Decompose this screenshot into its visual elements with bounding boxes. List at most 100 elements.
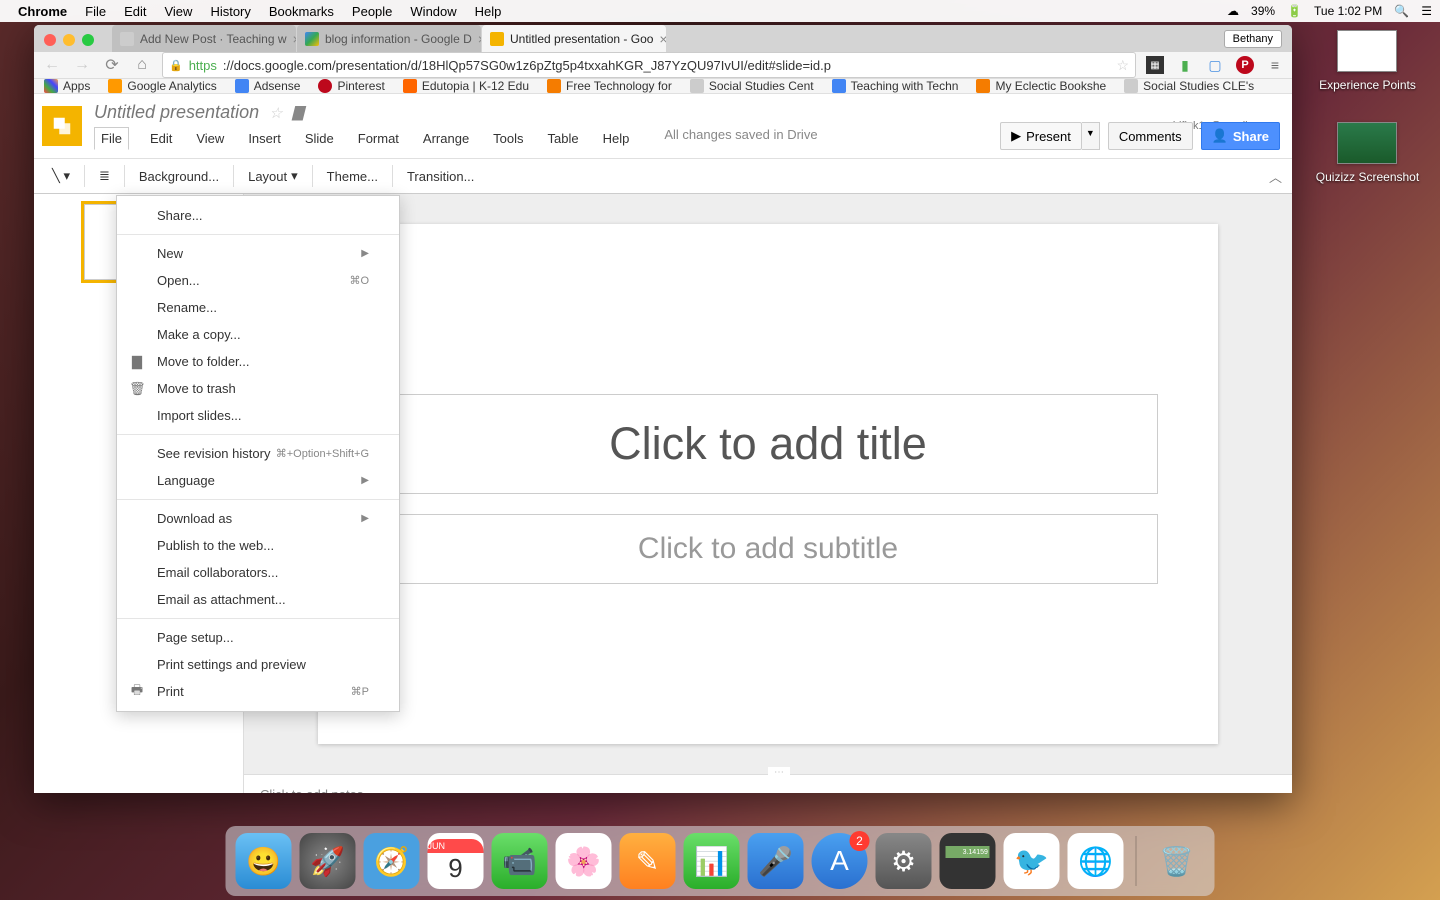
- menu-print-settings[interactable]: Print settings and preview: [117, 651, 399, 678]
- mac-menu-file[interactable]: File: [85, 4, 106, 19]
- tab-close-icon[interactable]: ×: [478, 31, 481, 47]
- dock-keynote[interactable]: 🎤: [748, 833, 804, 889]
- dock-finder[interactable]: 😀: [236, 833, 292, 889]
- bookmark-item[interactable]: Social Studies CLE's: [1124, 79, 1254, 93]
- menu-page-setup[interactable]: Page setup...: [117, 624, 399, 651]
- browser-tab-active[interactable]: Untitled presentation - Goo ×: [482, 25, 666, 52]
- dock-photos[interactable]: 🌸: [556, 833, 612, 889]
- background-button[interactable]: Background...: [131, 165, 227, 188]
- bookmark-item[interactable]: Pinterest: [318, 79, 384, 93]
- menu-publish-web[interactable]: Publish to the web...: [117, 532, 399, 559]
- home-icon[interactable]: ⌂: [132, 56, 152, 74]
- menu-file[interactable]: File: [94, 127, 129, 150]
- dock-calendar[interactable]: JUN9: [428, 833, 484, 889]
- dock-launchpad[interactable]: 🚀: [300, 833, 356, 889]
- present-button[interactable]: ▶Present: [1000, 122, 1082, 150]
- tab-close-icon[interactable]: ×: [659, 31, 666, 47]
- omnibox[interactable]: 🔒 https://docs.google.com/presentation/d…: [162, 52, 1136, 78]
- mac-menu-view[interactable]: View: [164, 4, 192, 19]
- transition-button[interactable]: Transition...: [399, 165, 482, 188]
- ext-icon[interactable]: ▢: [1206, 56, 1224, 74]
- mac-menu-help[interactable]: Help: [475, 4, 502, 19]
- dock-appstore[interactable]: A2: [812, 833, 868, 889]
- comments-button[interactable]: Comments: [1108, 122, 1193, 150]
- menu-move-folder[interactable]: ▇Move to folder...: [117, 348, 399, 375]
- bookmark-apps[interactable]: Apps: [44, 79, 90, 93]
- ext-icon[interactable]: ▮: [1176, 56, 1194, 74]
- speaker-notes[interactable]: Click to add notes: [244, 774, 1292, 793]
- bookmark-star-icon[interactable]: ☆: [1116, 57, 1129, 74]
- share-button[interactable]: 👤Share: [1201, 122, 1280, 150]
- close-window-icon[interactable]: [44, 34, 56, 46]
- menu-make-copy[interactable]: Make a copy...: [117, 321, 399, 348]
- mac-menu-people[interactable]: People: [352, 4, 392, 19]
- forward-icon[interactable]: →: [72, 56, 92, 74]
- ext-icon[interactable]: ▦: [1146, 56, 1164, 74]
- menu-email-collaborators[interactable]: Email collaborators...: [117, 559, 399, 586]
- bookmark-item[interactable]: Teaching with Techn: [832, 79, 959, 93]
- dock-chrome[interactable]: 🌐: [1068, 833, 1124, 889]
- bookmark-label: Free Technology for: [566, 79, 672, 93]
- dock-separator: [1136, 836, 1137, 886]
- document-title[interactable]: Untitled presentation: [94, 102, 259, 123]
- menu-new[interactable]: New▶: [117, 240, 399, 267]
- tab-close-icon[interactable]: ×: [293, 31, 296, 47]
- dock-twitter[interactable]: 🐦: [1004, 833, 1060, 889]
- mac-menu-history[interactable]: History: [210, 4, 250, 19]
- bookmark-label: Teaching with Techn: [851, 79, 959, 93]
- slide[interactable]: Click to add title Click to add subtitle: [318, 224, 1218, 744]
- title-placeholder[interactable]: Click to add title: [378, 394, 1158, 494]
- chrome-menu-icon[interactable]: ≡: [1266, 56, 1284, 74]
- theme-button[interactable]: Theme...: [319, 165, 386, 188]
- cloud-icon[interactable]: ☁: [1227, 4, 1239, 18]
- menu-revision-history[interactable]: See revision history⌘+Option+Shift+G: [117, 440, 399, 467]
- back-icon[interactable]: ←: [42, 56, 62, 74]
- dock-pages[interactable]: ✎: [620, 833, 676, 889]
- mac-menu-edit[interactable]: Edit: [124, 4, 146, 19]
- star-icon[interactable]: ☆: [269, 104, 282, 122]
- mac-menu-window[interactable]: Window: [410, 4, 456, 19]
- menu-print[interactable]: 🖶Print⌘P: [117, 678, 399, 705]
- desktop-icon-quizizz[interactable]: Quizizz Screenshot: [1316, 122, 1419, 184]
- bookmark-item[interactable]: Social Studies Cent: [690, 79, 814, 93]
- menu-rename[interactable]: Rename...: [117, 294, 399, 321]
- menu-share[interactable]: Share...: [117, 202, 399, 229]
- bookmark-item[interactable]: Adsense: [235, 79, 301, 93]
- bookmark-item[interactable]: Free Technology for: [547, 79, 672, 93]
- dock-facetime[interactable]: 📹: [492, 833, 548, 889]
- dock-system-preferences[interactable]: ⚙: [876, 833, 932, 889]
- desktop-icon-exp-points[interactable]: Experience Points: [1319, 30, 1416, 92]
- menu-download-as[interactable]: Download as▶: [117, 505, 399, 532]
- layout-button[interactable]: Layout ▾: [240, 164, 306, 188]
- notifications-icon[interactable]: ☰: [1421, 4, 1432, 18]
- browser-tab[interactable]: blog information - Google D ×: [297, 25, 481, 52]
- dock-safari[interactable]: 🧭: [364, 833, 420, 889]
- subtitle-placeholder[interactable]: Click to add subtitle: [378, 514, 1158, 584]
- chrome-profile-button[interactable]: Bethany: [1224, 30, 1282, 48]
- bookmark-item[interactable]: My Eclectic Bookshe: [976, 79, 1106, 93]
- pinterest-ext-icon[interactable]: P: [1236, 56, 1254, 74]
- dock-numbers[interactable]: 📊: [684, 833, 740, 889]
- collapse-toolbar-icon[interactable]: ︿: [1269, 167, 1282, 186]
- dock-trash[interactable]: 🗑️: [1149, 833, 1205, 889]
- menu-language[interactable]: Language▶: [117, 467, 399, 494]
- folder-icon[interactable]: ▇: [293, 104, 304, 121]
- bookmark-item[interactable]: Google Analytics: [108, 79, 216, 93]
- present-dropdown[interactable]: ▼: [1082, 122, 1100, 150]
- clock[interactable]: Tue 1:02 PM: [1314, 4, 1382, 18]
- minimize-window-icon[interactable]: [63, 34, 75, 46]
- mac-menu-bookmarks[interactable]: Bookmarks: [269, 4, 334, 19]
- reload-icon[interactable]: ⟳: [102, 55, 122, 75]
- bookmark-item[interactable]: Edutopia | K-12 Edu: [403, 79, 529, 93]
- maximize-window-icon[interactable]: [82, 34, 94, 46]
- dock-calculator[interactable]: 3.14159: [940, 833, 996, 889]
- browser-tab[interactable]: Add New Post · Teaching w ×: [112, 25, 296, 52]
- menu-import-slides[interactable]: Import slides...: [117, 402, 399, 429]
- menu-move-trash[interactable]: 🗑Move to trash: [117, 375, 399, 402]
- menu-email-attachment[interactable]: Email as attachment...: [117, 586, 399, 613]
- menu-open[interactable]: Open...⌘O: [117, 267, 399, 294]
- mac-app-name[interactable]: Chrome: [18, 4, 67, 19]
- spotlight-icon[interactable]: 🔍: [1394, 4, 1409, 18]
- line-tool-icon[interactable]: ╲ ▾: [44, 164, 78, 188]
- align-icon[interactable]: ≣: [91, 164, 118, 188]
